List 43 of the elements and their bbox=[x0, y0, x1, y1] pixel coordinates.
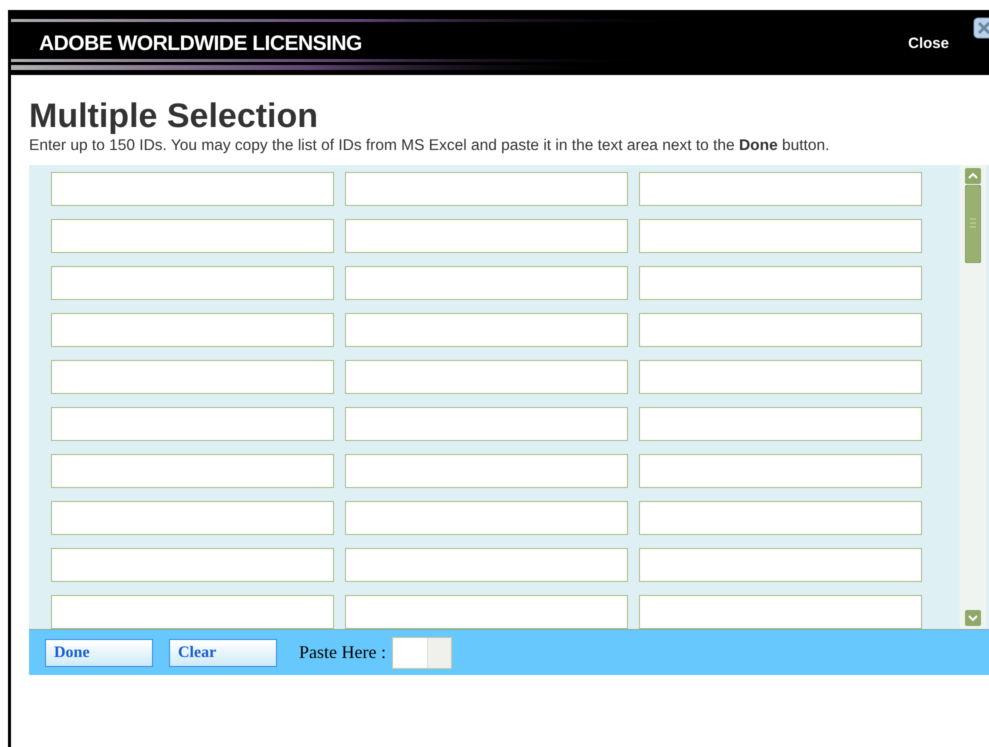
id-input-field[interactable] bbox=[345, 548, 628, 582]
id-input-field[interactable] bbox=[345, 595, 628, 629]
id-input-field[interactable] bbox=[639, 407, 922, 441]
id-input-field[interactable] bbox=[345, 172, 628, 206]
close-button[interactable]: Close bbox=[908, 32, 949, 56]
id-input-field[interactable] bbox=[51, 219, 334, 253]
id-input-field[interactable] bbox=[51, 172, 334, 206]
id-input-field[interactable] bbox=[639, 219, 922, 253]
id-input-field[interactable] bbox=[51, 266, 334, 300]
id-input-field[interactable] bbox=[345, 454, 628, 488]
scroll-thumb-icon[interactable] bbox=[965, 185, 981, 263]
id-input-field[interactable] bbox=[51, 454, 334, 488]
id-input-field[interactable] bbox=[51, 360, 334, 394]
id-input-field[interactable] bbox=[51, 407, 334, 441]
instructions-text: Enter up to 150 IDs. You may copy the list of IDs from MS Excel and paste it in the text area next to the Done button. bbox=[29, 137, 830, 155]
id-input-field[interactable] bbox=[639, 360, 922, 394]
page-title: Multiple Selection bbox=[29, 97, 320, 135]
scroll-down-icon[interactable] bbox=[965, 610, 981, 626]
action-button[interactable]: Clear bbox=[169, 638, 277, 666]
id-input-field[interactable] bbox=[639, 266, 922, 300]
paste-field[interactable] bbox=[392, 636, 452, 668]
id-input-field[interactable] bbox=[51, 313, 334, 347]
id-input-field[interactable] bbox=[639, 595, 922, 629]
id-input-field[interactable] bbox=[639, 313, 922, 347]
id-input-field[interactable] bbox=[51, 595, 334, 629]
id-input-field[interactable] bbox=[639, 501, 922, 535]
id-input-field[interactable] bbox=[639, 548, 922, 582]
id-input-field[interactable] bbox=[51, 548, 334, 582]
id-input-field[interactable] bbox=[345, 219, 628, 253]
scrollbar[interactable] bbox=[960, 165, 986, 629]
id-input-field[interactable] bbox=[51, 501, 334, 535]
scroll-up-icon[interactable] bbox=[965, 168, 981, 184]
id-input-field[interactable] bbox=[345, 266, 628, 300]
id-input-field[interactable] bbox=[345, 407, 628, 441]
id-input-field[interactable] bbox=[345, 313, 628, 347]
id-input-field[interactable] bbox=[639, 172, 922, 206]
action-button[interactable]: Done bbox=[45, 638, 153, 666]
id-input-field[interactable] bbox=[639, 454, 922, 488]
id-input-field[interactable] bbox=[345, 501, 628, 535]
close-icon[interactable] bbox=[973, 17, 989, 39]
brand-title: ADOBE WORLDWIDE LICENSING bbox=[39, 31, 362, 58]
id-input-field[interactable] bbox=[345, 360, 628, 394]
paste-label: Paste Here : bbox=[299, 641, 386, 664]
